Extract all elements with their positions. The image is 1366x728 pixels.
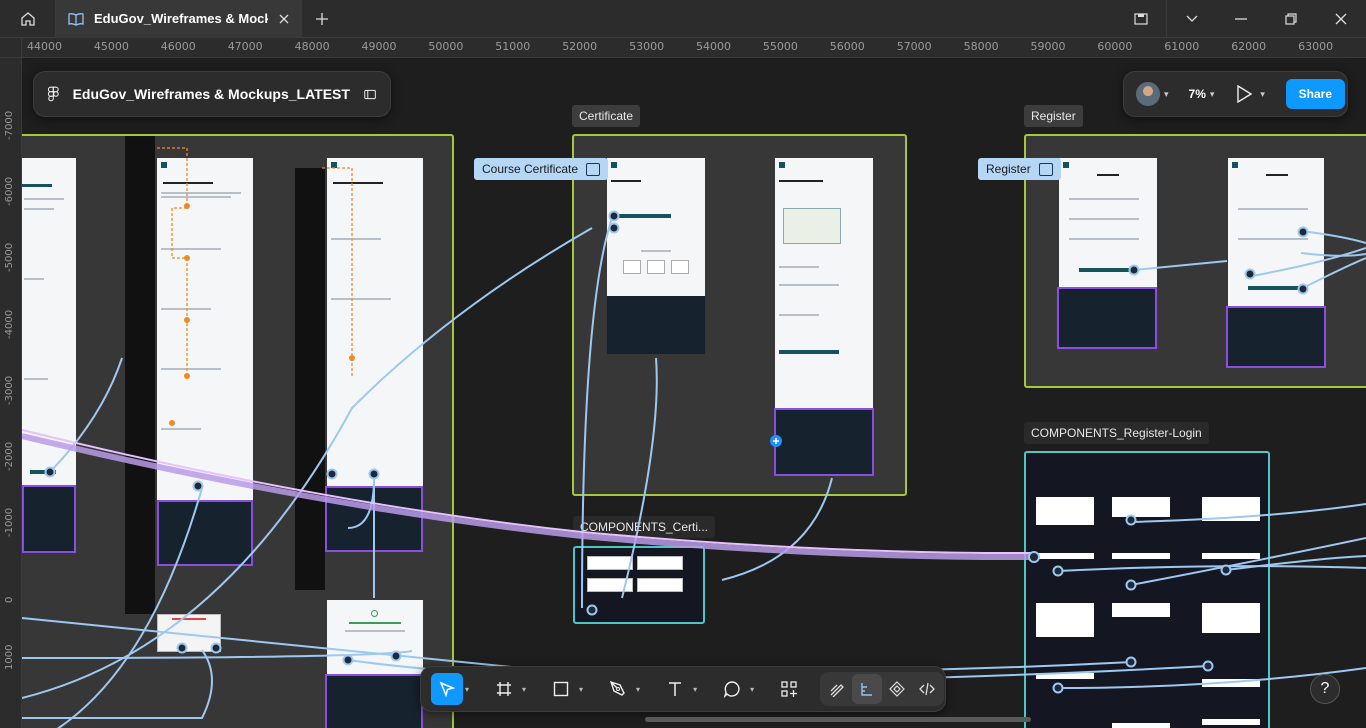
file-header-card: EduGov_Wireframes & Mockups_LATEST <box>33 71 391 117</box>
text-icon <box>669 682 682 696</box>
zoom-level[interactable]: 7% <box>1189 87 1206 101</box>
chevron-down-icon[interactable]: ▾ <box>1164 89 1169 100</box>
tab-title: EduGov_Wireframes & Mockups_L <box>94 11 268 26</box>
ruler-tick-label: -1000 <box>4 508 15 538</box>
ruler-tick-label: 45000 <box>93 40 129 53</box>
comment-icon <box>723 681 740 698</box>
measure-icon <box>861 683 873 696</box>
ruler-tick-label: 55000 <box>762 40 798 53</box>
present-icon <box>1134 12 1148 25</box>
frame-tool[interactable]: ▾ <box>484 673 530 705</box>
code-tool[interactable] <box>912 674 942 704</box>
close-window-icon <box>1335 13 1347 24</box>
ruler-tick-label: -4000 <box>4 309 15 339</box>
ruler-tick-label: 48000 <box>294 40 330 53</box>
annotate-icon <box>830 684 845 697</box>
pen-tool[interactable]: ▾ <box>598 673 644 705</box>
design-canvas[interactable]: Certificate Course Certificate COMPONENT… <box>22 58 1366 728</box>
home-button[interactable] <box>0 0 56 38</box>
book-icon <box>68 12 84 26</box>
ruler-corner <box>0 38 22 58</box>
restore-button[interactable] <box>1266 0 1316 38</box>
annotate-tool[interactable] <box>822 674 852 704</box>
comment-tool[interactable]: ▾ <box>712 673 758 705</box>
measure-tool[interactable] <box>852 674 883 704</box>
rectangle-tool[interactable]: ▾ <box>541 673 587 705</box>
ruler-tick-label: 61000 <box>1164 40 1200 53</box>
ruler-tick-label: 53000 <box>629 40 665 53</box>
cursor-icon <box>439 681 455 697</box>
title-bar: EduGov_Wireframes & Mockups_L <box>0 0 1366 38</box>
prototype-connectors <box>22 147 1366 728</box>
window-controls <box>1116 0 1366 38</box>
frame-icon <box>497 682 512 696</box>
component-icon <box>889 681 905 697</box>
collab-card: ▾ 7% ▾ ▾ Share <box>1123 71 1348 117</box>
new-tab-button[interactable] <box>302 0 342 38</box>
actions-tool[interactable] <box>769 673 809 705</box>
tabs-menu-button[interactable] <box>1166 0 1216 38</box>
ruler-tick-label: 56000 <box>829 40 865 53</box>
chevron-down-icon[interactable]: ▾ <box>1210 89 1215 100</box>
avatar[interactable] <box>1136 82 1160 106</box>
plus-icon <box>316 12 328 25</box>
play-icon[interactable] <box>1236 85 1253 103</box>
ruler-tick-label: 60000 <box>1097 40 1133 53</box>
ruler-tick-label: 44000 <box>27 40 62 53</box>
restore-icon <box>1285 12 1297 25</box>
close-window-button[interactable] <box>1316 0 1366 38</box>
close-icon[interactable] <box>278 13 290 25</box>
share-button[interactable]: Share <box>1285 79 1345 109</box>
bottom-toolbar: ▾ ▾ ▾ ▾ ▾ ▾ <box>420 666 946 712</box>
minimize-button[interactable] <box>1216 0 1266 38</box>
help-button[interactable]: ? <box>1310 674 1340 704</box>
actions-icon <box>781 681 798 697</box>
horizontal-ruler[interactable]: 44000 45000 46000 47000 48000 49000 50000 51000… <box>22 38 1366 58</box>
vertical-ruler[interactable]: -7000 -6000 -5000 -4000 -3000 -2000 -1000 0 1000 <box>0 58 22 728</box>
ruler-tick-label: -5000 <box>4 243 15 273</box>
ruler-tick-label: 0 <box>4 597 15 604</box>
file-name[interactable]: EduGov_Wireframes & Mockups_LATEST <box>73 86 350 102</box>
home-icon <box>20 11 35 26</box>
horizontal-scrollbar[interactable] <box>645 717 1031 722</box>
code-icon <box>919 682 936 696</box>
ruler-tick-label: -6000 <box>4 177 15 207</box>
ruler-tick-label: 1000 <box>4 644 15 670</box>
figma-logo-icon[interactable] <box>48 84 59 104</box>
minimize-icon <box>1235 17 1247 20</box>
ruler-tick-label: 58000 <box>963 40 999 53</box>
file-tab[interactable]: EduGov_Wireframes & Mockups_L <box>56 0 302 38</box>
chevron-down-icon[interactable]: ▾ <box>1260 89 1265 100</box>
ruler-tick-label: 62000 <box>1231 40 1267 53</box>
figma-app: EduGov_Wireframes & Mockups_L 4400 <box>0 0 1366 728</box>
ruler-tick-label: 50000 <box>428 40 464 53</box>
move-tool[interactable]: ▾ <box>427 673 473 705</box>
dev-mode-tools <box>820 672 945 706</box>
ruler-tick-label: -3000 <box>4 375 15 405</box>
text-tool[interactable]: ▾ <box>655 673 701 705</box>
ruler-tick-label: 63000 <box>1298 40 1334 53</box>
chevron-down-icon <box>1186 15 1197 22</box>
component-tool[interactable] <box>882 674 912 704</box>
ruler-tick-label: 46000 <box>160 40 196 53</box>
ruler-tick-label: -7000 <box>4 110 15 140</box>
ruler-tick-label: 47000 <box>227 40 263 53</box>
ruler-tick-label: 52000 <box>562 40 598 53</box>
ruler-tick-label: 54000 <box>696 40 731 53</box>
present-button[interactable] <box>1116 0 1166 38</box>
pen-icon <box>609 680 625 696</box>
rectangle-icon <box>553 681 569 697</box>
ruler-tick-label: 57000 <box>896 40 932 53</box>
ruler-tick-label: 49000 <box>361 40 397 53</box>
sidebar-toggle-icon[interactable] <box>364 88 376 101</box>
ruler-tick-label: 51000 <box>495 40 531 53</box>
ruler-tick-label: -2000 <box>4 441 15 471</box>
ruler-tick-label: 59000 <box>1030 40 1066 53</box>
